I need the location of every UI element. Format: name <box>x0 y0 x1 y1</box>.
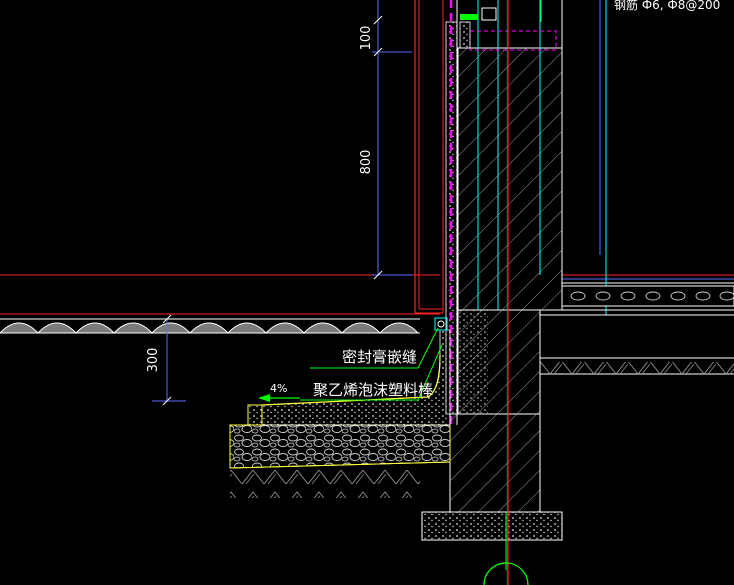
foam-rod-label: 聚乙烯泡沫塑料棒 <box>313 381 433 399</box>
cad-drawing-canvas: 100 800 300 钢筋 Ф6, Ф8@200 密封膏嵌缝 聚乙烯泡沫塑料棒… <box>0 0 734 585</box>
slope-arrow <box>258 394 300 402</box>
footing-base <box>421 511 563 541</box>
apron-gravel-bed <box>229 424 451 469</box>
main-wall <box>457 0 607 315</box>
foundation-wall <box>449 309 541 513</box>
ground-soil-pattern <box>0 318 420 334</box>
sealant-joint-label: 密封膏嵌缝 <box>342 348 417 366</box>
floor-slab <box>540 285 734 375</box>
dim-label-300: 300 <box>146 348 161 373</box>
outer-cladding <box>414 0 444 314</box>
rebar-spec-text: 钢筋 Ф6, Ф8@200 <box>614 0 720 12</box>
dim-label-100: 100 <box>359 26 374 51</box>
apron-concrete-slab <box>247 329 451 426</box>
sealant-joint-marker <box>434 317 448 331</box>
dimension-800 <box>372 47 412 280</box>
dim-label-800: 800 <box>359 150 374 175</box>
slope-label: 4% <box>270 382 287 395</box>
dimension-100 <box>372 0 412 53</box>
